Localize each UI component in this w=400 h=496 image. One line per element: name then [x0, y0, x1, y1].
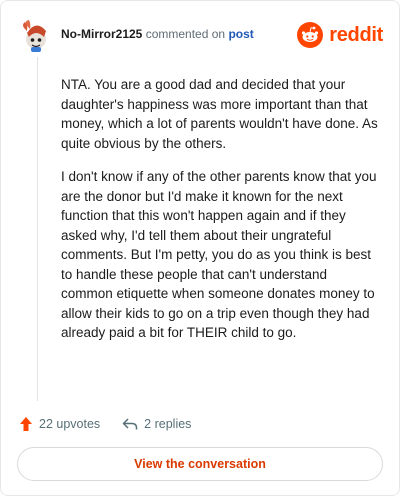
comment-paragraph: I don't know if any of the other parents…: [61, 169, 377, 340]
comment-actions: 22 upvotes 2 replies: [19, 414, 213, 434]
post-link[interactable]: post: [228, 27, 253, 41]
action-text: commented on: [145, 27, 226, 41]
upvote-arrow-icon: [20, 417, 32, 431]
reddit-wordmark: reddit: [329, 23, 383, 46]
reply-arrow-icon: [122, 418, 138, 430]
snoo-avatar-icon[interactable]: [19, 19, 53, 53]
comment-header: No-Mirror2125 commented on post reddit: [17, 15, 383, 55]
reddit-brand[interactable]: reddit: [297, 21, 383, 49]
comment-card: No-Mirror2125 commented on post reddit N…: [0, 0, 400, 496]
comment-paragraph: NTA. You are a good dad and decided that…: [61, 77, 378, 151]
thread-line: [37, 57, 38, 401]
reply-count: 2 replies: [144, 417, 192, 431]
upvote-button[interactable]: 22 upvotes: [19, 416, 100, 432]
reddit-logo-icon: [297, 22, 324, 48]
view-conversation-button[interactable]: View the conversation: [17, 447, 383, 481]
upvote-count: 22 upvotes: [39, 417, 101, 431]
replies-button[interactable]: 2 replies: [122, 417, 191, 431]
comment-body: NTA. You are a good dad and decided that…: [61, 75, 379, 357]
username-link[interactable]: No-Mirror2125: [61, 27, 142, 41]
comment-meta: No-Mirror2125 commented on post: [61, 27, 254, 41]
